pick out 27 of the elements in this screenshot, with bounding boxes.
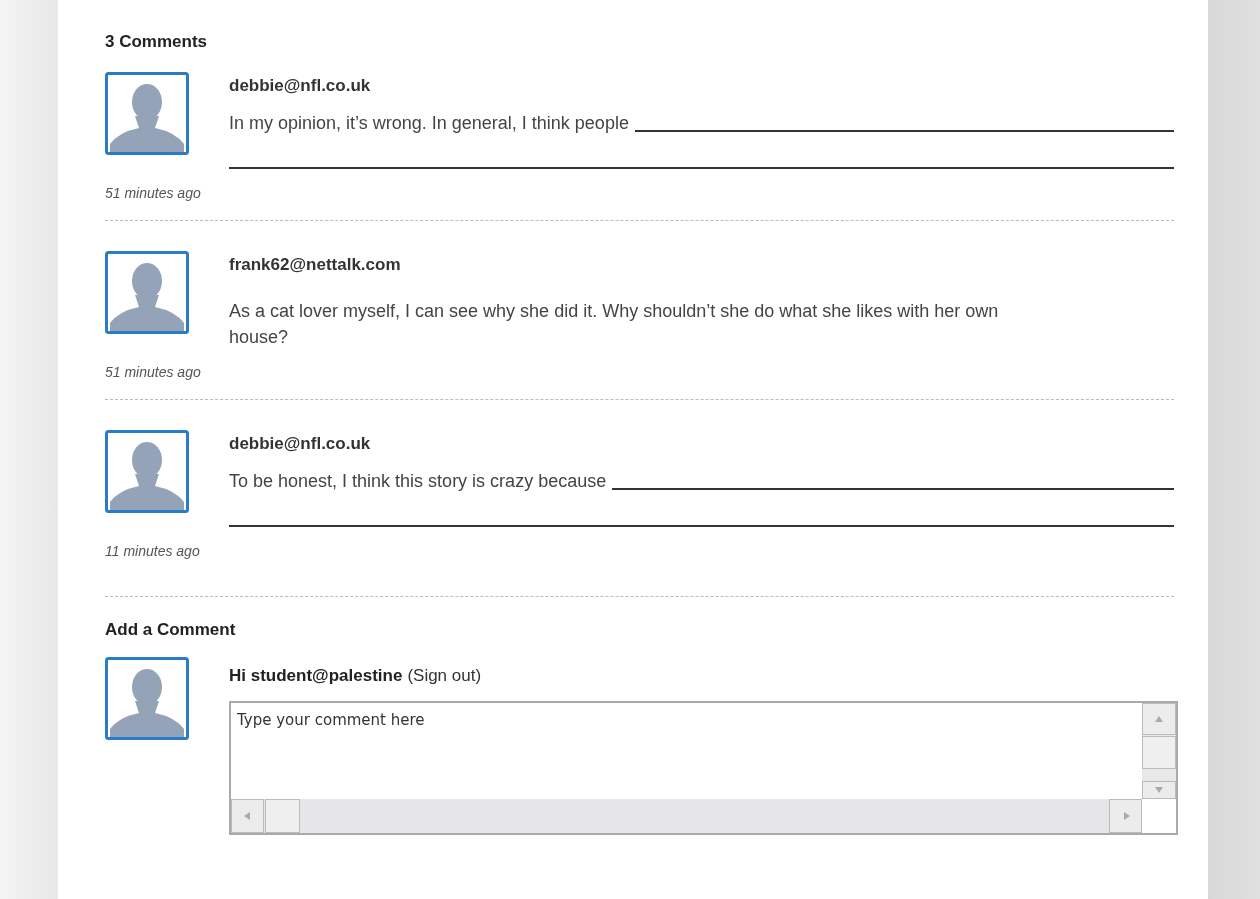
comment-text: In my opinion, it’s wrong. In general, I think people xyxy=(229,112,629,135)
left-arrow-icon xyxy=(242,812,253,820)
comment-box[interactable]: Type your comment here xyxy=(229,701,1178,835)
scroll-arrow-button[interactable] xyxy=(1142,781,1176,799)
add-comment-heading: Add a Comment xyxy=(105,619,237,641)
avatar-icon xyxy=(105,251,189,334)
avatar-icon xyxy=(105,429,189,513)
comment-time: 51 minutes ago xyxy=(105,184,202,203)
avatar-icon xyxy=(105,71,189,155)
comment-author: debbie@nfl.co.uk xyxy=(229,432,372,455)
scroll-arrow-button[interactable] xyxy=(231,799,264,833)
comment-author: debbie@nfl.co.uk xyxy=(229,74,372,97)
comment-time: 51 minutes ago xyxy=(105,362,202,382)
scroll-thumb[interactable] xyxy=(265,799,300,833)
comment-author: frank62@nettalk.com xyxy=(229,254,402,276)
greeting: Hi student@palestine xyxy=(229,664,403,687)
comment-text: To be honest, I think this story is crazy because xyxy=(229,470,607,493)
scroll-arrow-button[interactable] xyxy=(1109,799,1142,833)
comment-time: 11 minutes ago xyxy=(105,542,201,561)
sign-out-link[interactable]: (Sign out) xyxy=(407,662,482,688)
scroll-arrow-button[interactable] xyxy=(1142,703,1176,735)
scroll-thumb[interactable] xyxy=(1142,736,1176,769)
comment-text: As a cat lover myself, I can see why she did it. Why shouldn’t she do what she likes with her own house? xyxy=(229,299,1000,349)
up-arrow-icon xyxy=(1154,715,1164,723)
avatar-icon xyxy=(105,656,189,740)
down-arrow-icon xyxy=(1154,786,1164,794)
comments-heading: 3 Comments xyxy=(105,31,209,53)
